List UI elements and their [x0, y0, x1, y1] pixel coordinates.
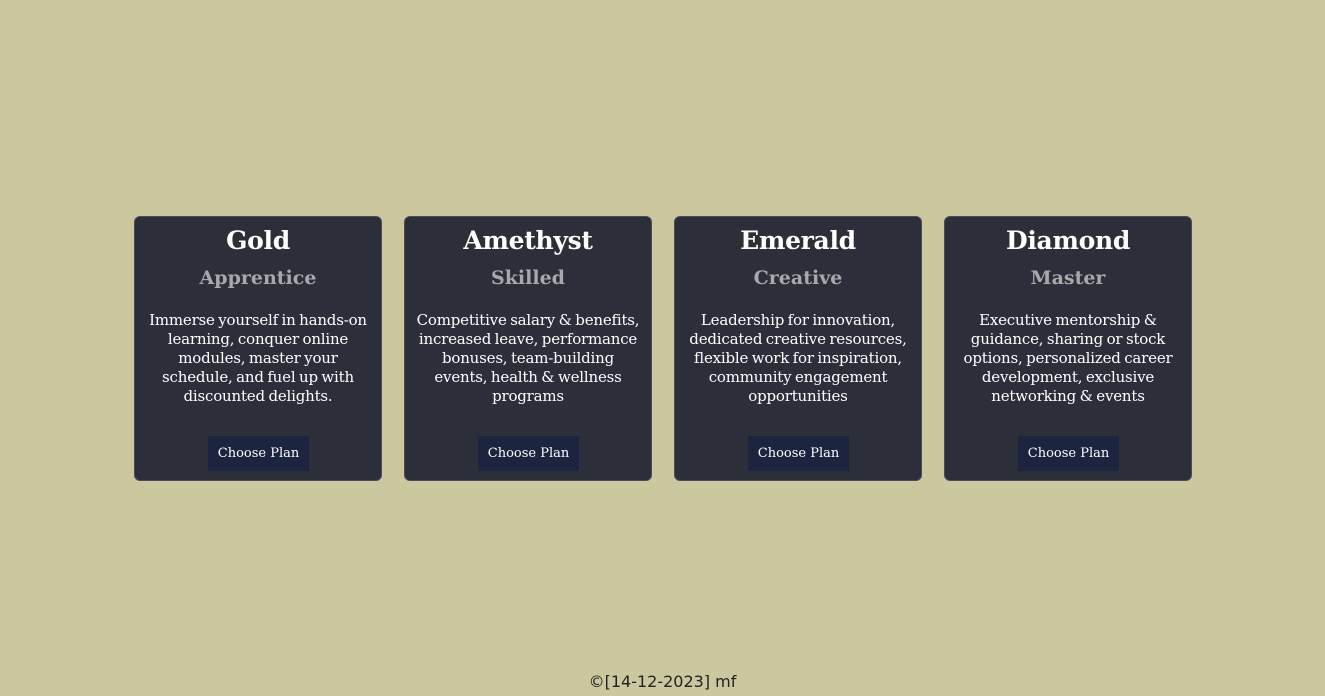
choose-plan-button[interactable]: Choose Plan [208, 436, 309, 471]
plan-card-emerald: Emerald Creative Leadership for innovati… [674, 216, 922, 481]
plan-name: Diamond [1005, 226, 1131, 255]
footer-copyright: ©[14-12-2023] mf [588, 672, 737, 691]
plan-card-gold: Gold Apprentice Immerse yourself in hand… [134, 216, 382, 481]
plan-card-diamond: Diamond Master Executive mentorship & gu… [944, 216, 1192, 481]
plan-tier: Skilled [491, 267, 565, 289]
plan-tier: Master [1030, 267, 1106, 289]
plans-container: Gold Apprentice Immerse yourself in hand… [134, 216, 1192, 481]
plan-description: Leadership for innovation, dedicated cre… [689, 311, 907, 405]
plan-name: Gold [226, 226, 290, 255]
plan-name: Amethyst [463, 226, 593, 255]
plan-description: Competitive salary & benefits, increased… [416, 311, 640, 405]
plan-description: Immerse yourself in hands-on learning, c… [149, 311, 367, 405]
plan-description: Executive mentorship & guidance, sharing… [963, 311, 1173, 405]
choose-plan-button[interactable]: Choose Plan [748, 436, 849, 471]
plan-tier: Apprentice [199, 267, 317, 289]
plan-card-amethyst: Amethyst Skilled Competitive salary & be… [404, 216, 652, 481]
choose-plan-button[interactable]: Choose Plan [1018, 436, 1119, 471]
plan-tier: Creative [753, 267, 843, 289]
choose-plan-button[interactable]: Choose Plan [478, 436, 579, 471]
plan-name: Emerald [740, 226, 856, 255]
